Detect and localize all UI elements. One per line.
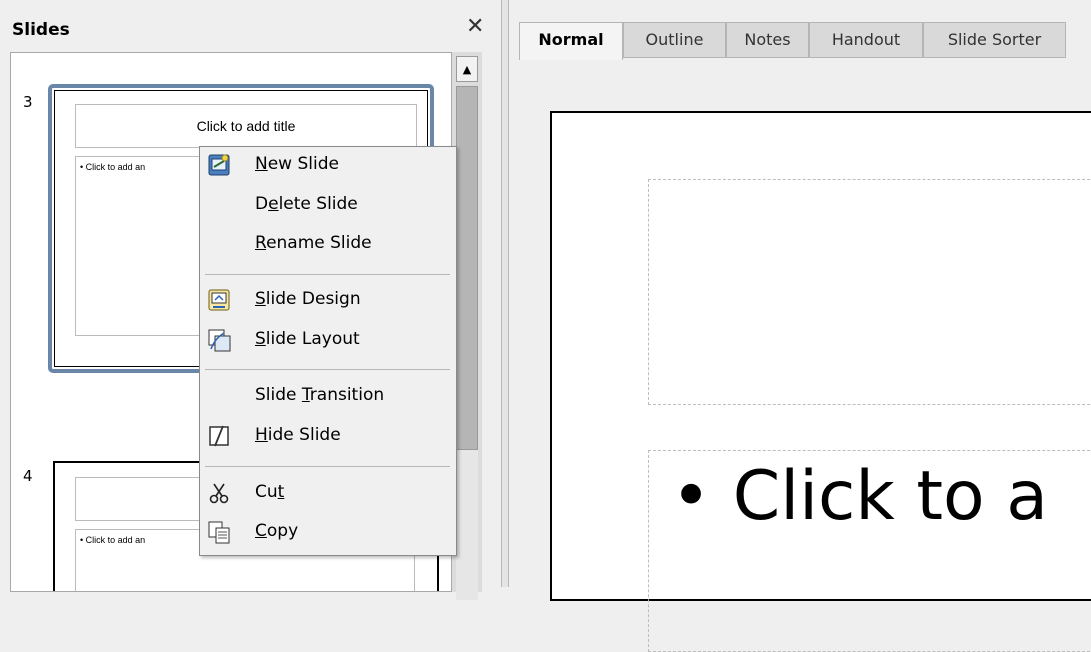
copy-icon xyxy=(208,521,230,544)
menu-item-label: Slide Design xyxy=(255,289,361,309)
menu-separator xyxy=(205,369,450,370)
slide-title-placeholder: Click to add title xyxy=(75,104,417,148)
menu-item-label: Rename Slide xyxy=(255,233,372,253)
menu-item-label: Delete Slide xyxy=(255,194,358,214)
tab-handout[interactable]: Handout xyxy=(809,22,923,58)
body-placeholder[interactable]: • Click to a xyxy=(648,450,1091,652)
slide-number: 3 xyxy=(23,93,33,111)
menu-item-slide-transition[interactable]: Slide Transition xyxy=(200,378,456,416)
menu-separator xyxy=(205,466,450,467)
slides-pane-title: Slides xyxy=(12,20,70,40)
menu-item-cut[interactable]: Cut xyxy=(200,475,456,513)
menu-item-slide-layout[interactable]: Slide Layout xyxy=(200,322,456,360)
close-pane-icon[interactable]: ✕ xyxy=(466,16,484,38)
slide-number: 4 xyxy=(23,467,33,485)
slide-canvas[interactable]: • Click to a xyxy=(550,111,1091,652)
menu-item-delete-slide[interactable]: Delete Slide xyxy=(200,187,456,225)
slide-layout-icon xyxy=(208,329,231,352)
menu-item-label: New Slide xyxy=(255,154,339,174)
menu-item-label: Cut xyxy=(255,482,285,502)
tab-slide-sorter[interactable]: Slide Sorter xyxy=(923,22,1066,58)
menu-item-label: Slide Layout xyxy=(255,329,360,349)
slides-pane-header: Slides ✕ xyxy=(0,0,501,44)
title-placeholder[interactable] xyxy=(648,179,1091,405)
scissors-icon xyxy=(209,483,229,504)
context-menu: New Slide Delete Slide Rename Slide Slid… xyxy=(199,146,457,556)
slide-design-icon xyxy=(208,289,230,311)
menu-item-rename-slide[interactable]: Rename Slide xyxy=(200,226,456,264)
menu-item-label: Copy xyxy=(255,521,299,541)
main-view: Normal Outline Notes Handout Slide Sorte… xyxy=(509,0,1091,652)
scroll-thumb[interactable] xyxy=(456,86,478,450)
menu-item-label: Slide Transition xyxy=(255,385,385,405)
tab-notes[interactable]: Notes xyxy=(726,22,809,58)
body-placeholder-text: • Click to a xyxy=(671,457,1048,536)
menu-item-label: Hide Slide xyxy=(255,425,341,445)
menu-item-new-slide[interactable]: New Slide xyxy=(200,147,456,185)
menu-separator xyxy=(205,274,450,275)
scroll-up-arrow-icon[interactable]: ▲ xyxy=(456,56,478,82)
hide-slide-icon xyxy=(209,425,229,447)
tab-normal[interactable]: Normal xyxy=(519,22,623,60)
menu-item-hide-slide[interactable]: Hide Slide xyxy=(200,418,456,456)
menu-item-copy[interactable]: Copy xyxy=(200,514,456,552)
new-slide-icon xyxy=(208,154,230,176)
scroll-track[interactable] xyxy=(456,450,478,600)
menu-item-slide-design[interactable]: Slide Design xyxy=(200,282,456,320)
tab-outline[interactable]: Outline xyxy=(623,22,726,58)
pane-splitter[interactable] xyxy=(501,0,509,587)
